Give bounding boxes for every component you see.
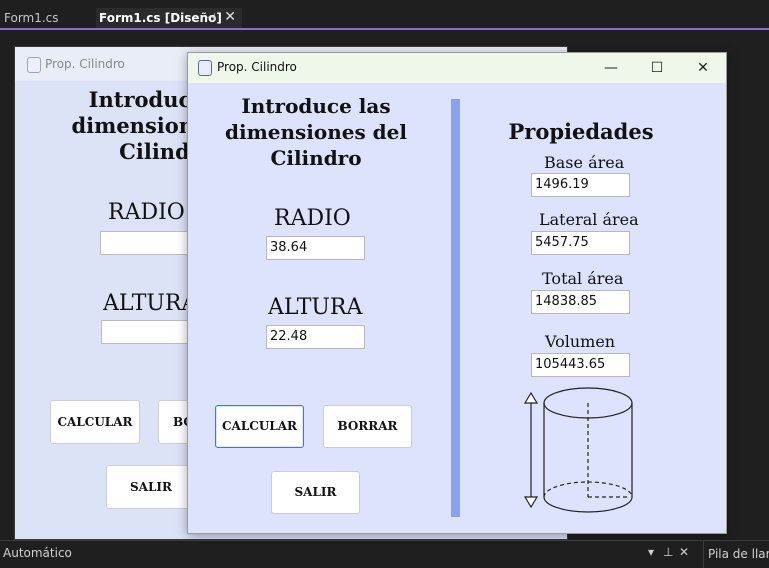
designer-radio-label: RADIO — [108, 200, 185, 225]
total-area-label: Total área — [542, 269, 624, 288]
ide-tab-strip: Form1.cs Form1.cs [Diseño] ⊣ ✕ — [0, 0, 769, 28]
designer-calcular-button[interactable]: CALCULAR — [50, 400, 140, 444]
tab-form1-cs[interactable]: Form1.cs — [0, 8, 94, 28]
call-stack-tab[interactable]: Pila de llam — [703, 541, 769, 568]
designer-altura-label: ALTURA — [103, 291, 198, 316]
window-titlebar[interactable]: Prop. Cilindro — ☐ ✕ — [188, 53, 726, 83]
pin-icon[interactable]: ⊥ — [663, 545, 673, 559]
dropdown-icon[interactable]: ▾ — [648, 545, 654, 559]
close-icon[interactable]: ✕ — [679, 545, 689, 559]
tab-label: Form1.cs [Diseño] — [99, 11, 222, 25]
window-title: Prop. Cilindro — [217, 60, 297, 74]
form-icon — [27, 57, 41, 73]
radio-input[interactable]: 38.64 — [266, 236, 365, 260]
total-area-output[interactable]: 14838.85 — [531, 290, 630, 314]
lateral-area-output[interactable]: 5457.75 — [531, 231, 630, 255]
calcular-button[interactable]: CALCULAR — [215, 405, 304, 448]
radio-label: RADIO — [274, 206, 351, 231]
designer-salir-button[interactable]: SALIR — [106, 465, 196, 509]
cylinder-diagram-icon — [523, 387, 633, 513]
volumen-output[interactable]: 105443.65 — [531, 353, 630, 377]
tab-label: Form1.cs — [4, 11, 59, 25]
minimize-icon[interactable]: — — [596, 57, 626, 79]
volumen-label: Volumen — [545, 332, 616, 351]
close-icon[interactable]: ✕ — [688, 57, 718, 79]
pin-icon[interactable]: ⊣ — [206, 8, 216, 28]
properties-title: Propiedades — [508, 119, 654, 144]
maximize-icon[interactable]: ☐ — [642, 57, 672, 79]
ide-bottom-panel: Automático ▾ ⊥ ✕ Pila de llam — [0, 540, 769, 568]
intro-text: Introduce las dimensiones del Cilindro — [224, 94, 407, 170]
borrar-button[interactable]: BORRAR — [323, 405, 412, 448]
app-window[interactable]: Prop. Cilindro — ☐ ✕ Introduce las dimen… — [187, 52, 727, 534]
app-icon — [198, 60, 212, 76]
tab-form1-designer[interactable]: Form1.cs [Diseño] ⊣ ✕ — [96, 8, 242, 28]
salir-button[interactable]: SALIR — [271, 471, 360, 514]
altura-label: ALTURA — [268, 295, 363, 320]
base-area-output[interactable]: 1496.19 — [531, 173, 630, 197]
vertical-divider — [451, 99, 460, 517]
close-tab-icon[interactable]: ✕ — [224, 7, 236, 27]
base-area-label: Base área — [544, 153, 625, 172]
lateral-area-label: Lateral área — [539, 210, 639, 229]
altura-input[interactable]: 22.48 — [266, 325, 365, 349]
autos-window-tab[interactable]: Automático — [3, 546, 72, 560]
designer-form-title: Prop. Cilindro — [45, 57, 125, 71]
